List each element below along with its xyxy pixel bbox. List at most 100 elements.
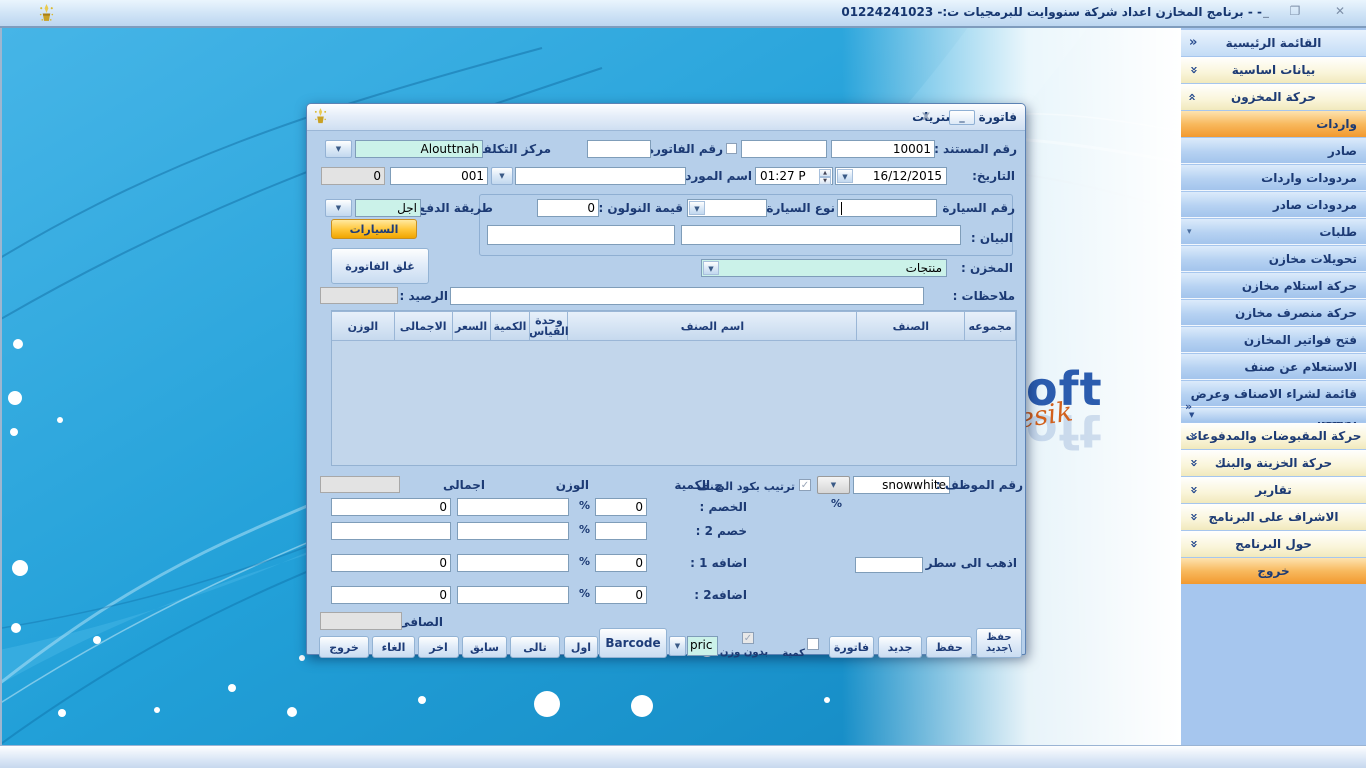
restore-button[interactable]: ❐ [1285,4,1305,18]
discount1-pct-field[interactable]: 0 [595,498,647,516]
discount2-pct-field[interactable] [595,522,647,540]
cars-button[interactable]: السيارات [331,219,417,239]
discount1-mid-field[interactable] [457,498,569,516]
dialog-minimize-button[interactable]: _ [949,110,975,125]
sidebar-item-label: تقارير [1255,483,1292,497]
sidebar-item-2[interactable]: »حركة المخزون [1181,84,1366,110]
close-button[interactable]: ✕ [1330,4,1350,18]
addition1-pct-field[interactable]: 0 [595,554,647,572]
doc-no-aux-field[interactable] [741,140,827,158]
sidebar-item-1[interactable]: »بيانات اساسية [1181,57,1366,83]
sidebar-item-11[interactable]: فتح فواتير المخازن [1181,327,1366,353]
sidebar-item-17[interactable]: »تقارير [1181,477,1366,503]
prev-button[interactable]: سابق [462,636,507,658]
first-button[interactable]: اول [564,636,598,658]
invoice-no-field[interactable] [587,140,651,158]
exit-button[interactable]: خروج [319,636,369,658]
sidebar-item-4[interactable]: صادر [1181,138,1366,164]
addition1-value-field[interactable]: 0 [331,554,451,572]
spin-down-icon[interactable]: ▼ [819,177,831,185]
quantity-checkbox[interactable] [807,638,819,650]
cost-center-dropdown[interactable]: ▼ [325,140,352,158]
goto-line-label: اذهب الى سطر : [925,556,1017,570]
goto-line-field[interactable] [855,557,923,573]
col-item[interactable]: الصنف [857,311,965,341]
new-button[interactable]: جديد [878,636,922,658]
window-title: - - برنامج المخازن اعداد شركة سنووايت لل… [841,5,1262,19]
doc-no-field[interactable]: 10001 [831,140,935,158]
sort-by-code-checkbox[interactable]: ✓ [799,479,811,491]
discount1-value-field[interactable]: 0 [331,498,451,516]
store-dropdown-icon[interactable]: ▼ [703,261,719,275]
col-group[interactable]: مجموعه [965,311,1016,341]
notes-field[interactable] [450,287,924,305]
barcode-button[interactable]: Barcode [599,628,667,658]
sidebar-item-14[interactable]: »▼ [1181,408,1366,422]
addition2-value-field[interactable]: 0 [331,586,451,604]
store-combo[interactable]: ▼ منتجات [701,259,947,277]
sidebar-item-label: الاشراف على البرنامج [1208,510,1338,524]
cost-center-field[interactable]: Alouttnah [355,140,483,158]
sidebar-item-10[interactable]: حركة منصرف مخازن [1181,300,1366,326]
date-dropdown-icon[interactable]: ▼ [837,169,853,183]
time-value: 01:27 P [760,169,806,184]
close-invoice-button[interactable]: غلق الفاتورة [331,248,429,284]
freight-field[interactable]: 0 [537,199,599,217]
payment-method-field[interactable]: اجل [355,199,421,217]
col-item-name[interactable]: اسم الصنف [568,311,857,341]
no-weight-checkbox[interactable]: ✓ [742,632,754,644]
time-spin-buttons[interactable]: ▲▼ [819,169,831,183]
time-spinner[interactable]: 01:27 P ▲▼ [755,167,833,185]
sidebar-item-15[interactable]: »حركة المقبوضات والمدفوعات [1181,423,1366,449]
next-button[interactable]: تالى [510,636,560,658]
percent-caption: % [831,497,842,510]
supplier-dropdown[interactable]: ▼ [491,167,513,185]
addition1-mid-field[interactable] [457,554,569,572]
sidebar-item-9[interactable]: حركة استلام مخازن [1181,273,1366,299]
items-grid-header: مجموعه الصنف اسم الصنف وحدة القياس الكمي… [332,311,1016,341]
car-no-field[interactable] [837,199,937,217]
sidebar-item-16[interactable]: »حركة الخزينة والبنك [1181,450,1366,476]
supplier-code-field[interactable]: 001 [390,167,488,185]
sidebar-item-20[interactable]: خروج [1181,558,1366,584]
sidebar-item-19[interactable]: »حول البرنامج [1181,531,1366,557]
sidebar-item-5[interactable]: مردودات واردات [1181,165,1366,191]
price-field[interactable]: pric [687,636,718,656]
sidebar-item-12[interactable]: الاستعلام عن صنف [1181,354,1366,380]
supplier-field[interactable] [515,167,686,185]
sidebar-item-13[interactable]: قائمة لشراء الاصناف وعرض الاسعار [1181,381,1366,407]
dialog-close-button[interactable]: x [917,109,935,124]
invoice-button[interactable]: فاتورة [829,636,874,658]
col-unit[interactable]: وحدة القياس [530,311,568,341]
spin-up-icon[interactable]: ▲ [819,169,831,177]
col-price[interactable]: السعر [453,311,491,341]
date-picker[interactable]: ▼ 16/12/2015 [835,167,947,185]
invoice-no-label: رقم الفاتورة [653,142,723,156]
sidebar-item-8[interactable]: تحويلات مخازن [1181,246,1366,272]
col-weight[interactable]: الوزن [332,311,395,341]
barcode-dropdown[interactable]: ▼ [669,636,686,656]
sidebar-item-3[interactable]: واردات [1181,111,1366,137]
save-new-button[interactable]: حفظ \جديد [976,628,1022,658]
addition2-pct-field[interactable]: 0 [595,586,647,604]
discount2-value-field[interactable] [331,522,451,540]
description-field-1[interactable] [681,225,961,245]
employee-dropdown[interactable]: ▼ [817,476,850,494]
addition2-mid-field[interactable] [457,586,569,604]
car-type-dropdown-icon[interactable]: ▼ [689,201,705,215]
discount2-mid-field[interactable] [457,522,569,540]
car-type-combo[interactable]: ▼ [687,199,767,217]
col-qty[interactable]: الكمية [491,311,531,341]
description-field-2[interactable] [487,225,675,245]
col-total[interactable]: الاجمالى [395,311,453,341]
sidebar-item-18[interactable]: »الاشراف على البرنامج [1181,504,1366,530]
save-button[interactable]: حفظ [926,636,972,658]
invoice-no-checkbox[interactable] [726,143,737,154]
last-button[interactable]: اخر [418,636,459,658]
sidebar-item-7[interactable]: ▾طلبات [1181,219,1366,245]
minimize-button[interactable]: _ [1256,4,1276,18]
payment-method-dropdown[interactable]: ▼ [325,199,352,217]
cancel-button[interactable]: الغاء [372,636,415,658]
sidebar-item-6[interactable]: مردودات صادر [1181,192,1366,218]
sidebar-item-0[interactable]: »القائمة الرئيسية [1181,30,1366,56]
